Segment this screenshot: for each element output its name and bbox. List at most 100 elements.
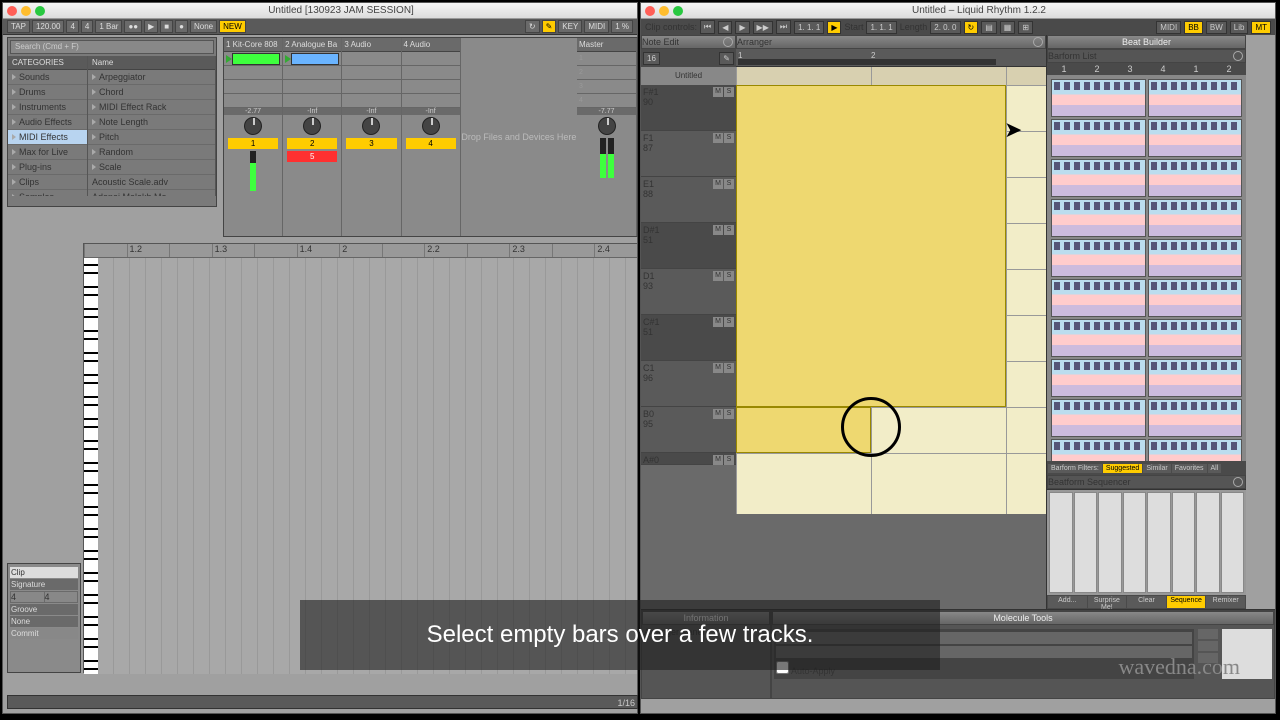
track-num[interactable]: 4 xyxy=(406,138,456,149)
mute-button[interactable]: M xyxy=(713,271,723,281)
track-num[interactable]: 1 xyxy=(228,138,278,149)
filter-similar[interactable]: Similar xyxy=(1143,464,1170,473)
arranger-grid[interactable]: ➤ xyxy=(736,67,1046,514)
cat-clips[interactable]: Clips xyxy=(8,175,87,190)
track-4-header[interactable]: 4 Audio xyxy=(402,38,460,52)
solo-button[interactable]: S xyxy=(724,363,734,373)
drop-area[interactable]: Drop Files and Devices Here xyxy=(461,38,577,236)
play-ind[interactable]: ▶ xyxy=(827,21,841,34)
pan-knob[interactable] xyxy=(422,117,440,135)
track-3[interactable]: 3 Audio -Inf 3 xyxy=(342,38,401,236)
end-button[interactable]: ⏭ xyxy=(776,20,791,34)
item-arpeggiator[interactable]: Arpeggiator xyxy=(88,70,215,85)
solo-button[interactable]: S xyxy=(724,179,734,189)
pan-knob[interactable] xyxy=(362,117,380,135)
solo-button[interactable]: S xyxy=(724,317,734,327)
sig-num[interactable]: 4 xyxy=(66,20,78,33)
loop-button[interactable]: ↻ xyxy=(964,21,979,34)
new-button[interactable]: NEW xyxy=(219,20,246,33)
master-track[interactable]: Master 1 2 3 4 -7.77 xyxy=(577,38,637,236)
metronome-button[interactable]: ●● xyxy=(124,20,142,33)
track-label-c#1[interactable]: C#151MS xyxy=(641,315,736,361)
minimize-icon[interactable] xyxy=(659,6,669,16)
barform-item[interactable] xyxy=(1148,199,1243,237)
filter-all[interactable]: All xyxy=(1208,464,1222,473)
cat-drums[interactable]: Drums xyxy=(8,85,87,100)
master-header[interactable]: Master xyxy=(577,38,636,52)
barform-item[interactable] xyxy=(1148,319,1243,357)
track-3-header[interactable]: 3 Audio xyxy=(342,38,400,52)
close-icon[interactable] xyxy=(7,6,17,16)
clip-slot[interactable] xyxy=(283,52,341,66)
barform-item[interactable] xyxy=(1051,239,1146,277)
loop-button[interactable]: ↻ xyxy=(525,20,540,33)
clip-slot[interactable] xyxy=(342,94,400,108)
cat-max[interactable]: Max for Live xyxy=(8,145,87,160)
clear-button[interactable]: Clear xyxy=(1127,596,1166,608)
gear-icon[interactable] xyxy=(1233,51,1243,61)
gear-icon[interactable] xyxy=(723,37,733,47)
mute-button[interactable]: M xyxy=(713,409,723,419)
add-button[interactable]: Add... xyxy=(1048,596,1087,608)
cat-instruments[interactable]: Instruments xyxy=(8,100,87,115)
mute-button[interactable]: M xyxy=(713,455,723,465)
seq-cell[interactable] xyxy=(1098,492,1122,593)
mute-button[interactable]: M xyxy=(713,363,723,373)
tap-button[interactable]: TAP xyxy=(7,20,30,33)
clip-slot[interactable] xyxy=(224,66,282,80)
start-field[interactable]: 1. 1. 1 xyxy=(866,21,896,34)
solo-button[interactable]: S xyxy=(724,455,734,465)
view2-button[interactable]: ▦ xyxy=(1000,21,1016,34)
clip-slot[interactable] xyxy=(342,66,400,80)
midi-button[interactable]: MIDI xyxy=(584,20,609,33)
mute-button[interactable]: M xyxy=(713,225,723,235)
solo-button[interactable]: S xyxy=(724,271,734,281)
scene-slot[interactable]: 4 xyxy=(577,94,636,108)
clip-slot[interactable] xyxy=(342,80,400,94)
fwd-button[interactable]: ▶▶ xyxy=(753,21,773,34)
surprise-button[interactable]: Surprise Me! xyxy=(1088,596,1127,608)
play-button[interactable]: ▶ xyxy=(144,20,158,33)
barform-item[interactable] xyxy=(1051,319,1146,357)
play-button[interactable]: ▶ xyxy=(735,21,749,34)
master-pan[interactable] xyxy=(598,117,616,135)
seq-cell[interactable] xyxy=(1172,492,1196,593)
track-label-b0[interactable]: B095MS xyxy=(641,407,736,453)
cat-samples[interactable]: Samples xyxy=(8,190,87,196)
track-label-e1[interactable]: E188MS xyxy=(641,177,736,223)
rec-button[interactable]: 5 xyxy=(287,151,337,162)
overview-bar[interactable] xyxy=(738,59,996,65)
scene-slot[interactable]: 1 xyxy=(577,52,636,66)
barform-item[interactable] xyxy=(1051,199,1146,237)
maximize-icon[interactable] xyxy=(35,6,45,16)
mute-button[interactable]: M xyxy=(713,317,723,327)
barform-item[interactable] xyxy=(1051,279,1146,317)
clip-slot[interactable] xyxy=(402,52,460,66)
track-label-a#0[interactable]: A#0MS xyxy=(641,453,736,465)
bw-button[interactable]: BW xyxy=(1206,21,1227,34)
track-label-f1[interactable]: F187MS xyxy=(641,131,736,177)
cat-sounds[interactable]: Sounds xyxy=(8,70,87,85)
solo-button[interactable]: S xyxy=(724,409,734,419)
sequence-button[interactable]: Sequence xyxy=(1167,596,1206,608)
mt-button[interactable]: MT xyxy=(1251,21,1271,34)
view3-button[interactable]: ⊞ xyxy=(1018,21,1033,34)
remixer-button[interactable]: Remixer xyxy=(1206,596,1245,608)
clip[interactable] xyxy=(232,53,280,65)
length-field[interactable]: 2. 0. 0 xyxy=(930,21,960,34)
track-label-f#1[interactable]: F#190MS xyxy=(641,85,736,131)
seq-cell[interactable] xyxy=(1049,492,1073,593)
track-2-header[interactable]: 2 Analogue Ba xyxy=(283,38,341,52)
barform-item[interactable] xyxy=(1148,119,1243,157)
clip-slot[interactable] xyxy=(224,52,282,66)
item-pitch[interactable]: Pitch xyxy=(88,130,215,145)
cat-midifx[interactable]: MIDI Effects xyxy=(8,130,87,145)
rewind-button[interactable]: ⏮ xyxy=(700,20,715,34)
clip-slot[interactable] xyxy=(283,66,341,80)
timeline-ruler[interactable]: 1.21.31.422.22.32.4 xyxy=(84,244,637,258)
clip-slot[interactable] xyxy=(402,80,460,94)
seq-cell[interactable] xyxy=(1147,492,1171,593)
clip-slot[interactable] xyxy=(402,94,460,108)
stop-button[interactable]: ■ xyxy=(160,20,173,33)
cat-plugins[interactable]: Plug-ins xyxy=(8,160,87,175)
